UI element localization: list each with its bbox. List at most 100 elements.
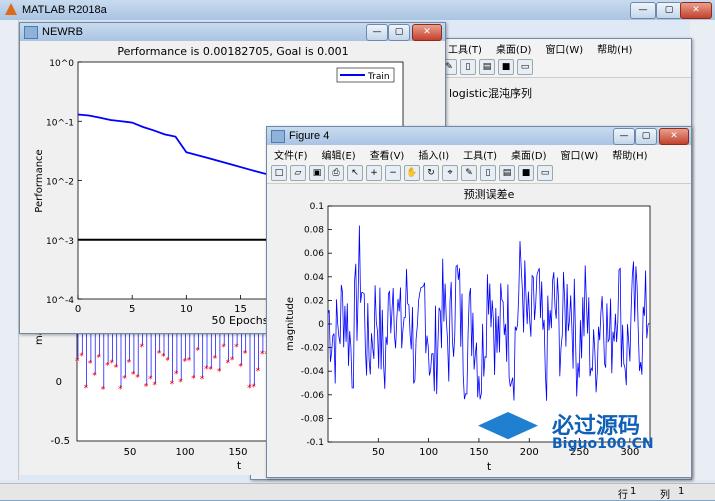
newrb-ytick-label: 10^-4 <box>46 296 74 306</box>
menu-window[interactable]: 窗口(W) <box>554 147 606 162</box>
save-icon[interactable]: ▣ <box>309 165 325 181</box>
rotate-icon[interactable]: ↻ <box>423 165 439 181</box>
main-maximize-button[interactable]: ▢ <box>656 2 682 19</box>
back-marker: * <box>118 385 123 395</box>
newrb-title-bar: NEWRB — ▢ ✕ <box>20 23 445 41</box>
graduation-cap-icon <box>478 412 538 440</box>
back-marker: * <box>251 383 256 393</box>
back-plot-area: * * * * * * * * * * * * * * * * * * * * * * * * * * * * * * * * * * * * * * * *… <box>20 324 271 475</box>
newrb-ytick-label: 10^-2 <box>46 178 74 188</box>
menu-view[interactable]: 查看(V) <box>363 147 412 162</box>
menu-help[interactable]: 帮助(H) <box>605 147 654 162</box>
menu-item[interactable]: 帮助(H) <box>590 41 639 56</box>
back-marker: * <box>79 352 84 362</box>
figure4-ytick-label: -0.06 <box>301 391 325 401</box>
newrb-ytick-label: 10^0 <box>49 59 74 69</box>
zoom-out-icon[interactable]: − <box>385 165 401 181</box>
figure4-ytick-label: -0.02 <box>301 344 324 354</box>
panel-icon[interactable]: ▯ <box>460 59 476 75</box>
back-marker: * <box>127 358 132 368</box>
newrb-xtick-label: 5 <box>129 304 135 315</box>
status-col-value: 1 <box>678 486 685 497</box>
newrb-ylabel: Performance <box>34 149 45 212</box>
back-marker: * <box>88 359 93 369</box>
open-file-icon[interactable]: ▱ <box>290 165 306 181</box>
main-title-bar: MATLAB R2018a — ▢ ✕ <box>0 0 715 20</box>
newrb-xtick-label: 10 <box>180 304 193 315</box>
main-right-strip <box>690 20 715 480</box>
newrb-maximize-button[interactable]: ▢ <box>388 24 410 41</box>
newrb-minimize-button[interactable]: — <box>366 24 388 41</box>
back-xtick: 150 <box>228 447 247 458</box>
figure4-ytick-label: -0.1 <box>306 438 324 448</box>
back-plot-svg: ******** * ***** ****** * ***** ***** ***** ****… <box>34 324 271 472</box>
status-row-label: 行 <box>618 490 628 501</box>
back-marker: * <box>165 356 170 366</box>
newrb-close-button[interactable]: ✕ <box>412 24 442 41</box>
colorbar-icon[interactable]: ▯ <box>480 165 496 181</box>
figure4-plot-title: 预测误差e <box>464 187 515 201</box>
back-marker: * <box>135 373 140 383</box>
status-col-label: 列 <box>660 490 670 501</box>
table-icon[interactable]: ▤ <box>479 59 495 75</box>
menu-tools[interactable]: 工具(T) <box>456 147 504 162</box>
menu-desktop[interactable]: 桌面(D) <box>504 147 554 162</box>
back-marker: * <box>187 356 192 366</box>
square-icon[interactable]: ■ <box>498 59 514 75</box>
back-ytick: -0.5 <box>50 436 70 447</box>
print-icon[interactable]: ⎙ <box>328 165 344 181</box>
main-close-button[interactable]: ✕ <box>680 2 712 19</box>
back-marker: * <box>170 380 175 390</box>
back-marker: * <box>221 343 226 353</box>
newrb-xlabel: 50 Epochs <box>212 314 269 327</box>
figure4-ytick-label: -0.08 <box>301 414 325 424</box>
figure4-ytick-label: 0.08 <box>304 226 324 236</box>
window-icon[interactable]: ▭ <box>517 59 533 75</box>
figure4-maximize-button[interactable]: ▢ <box>635 128 657 145</box>
main-minimize-button[interactable]: — <box>630 2 656 19</box>
figure4-title-bar: Figure 4 — ▢ ✕ <box>267 127 691 145</box>
data-cursor-icon[interactable]: ⌖ <box>442 165 458 181</box>
watermark-en-text: Biguo100.CN <box>552 436 654 452</box>
main-left-strip <box>0 20 19 480</box>
back-plot-title: logistic混沌序列 <box>449 87 532 100</box>
menu-item[interactable]: 窗口(W) <box>538 41 590 56</box>
menu-edit[interactable]: 编辑(E) <box>315 147 363 162</box>
menu-file[interactable]: 文件(F) <box>267 147 315 162</box>
figure4-close-button[interactable]: ✕ <box>659 128 689 145</box>
back-marker: * <box>152 381 157 391</box>
figure-icon <box>271 130 285 143</box>
watermark: 必过源码 Biguo100.CN <box>478 408 678 458</box>
hide-tools-icon[interactable]: ■ <box>518 165 534 181</box>
menu-item[interactable]: 桌面(D) <box>489 41 539 56</box>
back-xtick: 50 <box>124 447 137 458</box>
back-marker: * <box>92 372 97 382</box>
back-marker: * <box>208 366 213 376</box>
back-marker: * <box>97 353 102 363</box>
figure4-ytick-label: 0.02 <box>304 296 324 306</box>
figure4-menubar: 文件(F) 编辑(E) 查看(V) 插入(I) 工具(T) 桌面(D) 窗口(W… <box>267 145 691 163</box>
figure4-xtick-label: 100 <box>419 447 438 458</box>
back-marker: * <box>230 356 235 366</box>
figure4-minimize-button[interactable]: — <box>613 128 635 145</box>
back-marker: * <box>217 367 222 377</box>
zoom-in-icon[interactable]: + <box>366 165 382 181</box>
new-figure-icon[interactable]: □ <box>271 165 287 181</box>
figure4-toolbar: □ ▱ ▣ ⎙ ↖ + − ✋ ↻ ⌖ ✎ ▯ ▤ ■ ▭ <box>267 163 691 184</box>
figure-icon <box>24 26 38 39</box>
menu-insert[interactable]: 插入(I) <box>411 147 456 162</box>
back-marker: * <box>191 375 196 385</box>
newrb-ytick-label: 10^-3 <box>46 237 74 247</box>
menu-item[interactable]: 工具(T) <box>441 41 489 56</box>
dock-icon[interactable]: ▭ <box>537 165 553 181</box>
pointer-icon[interactable]: ↖ <box>347 165 363 181</box>
back-marker: * <box>122 374 127 384</box>
figure4-xtick-label: 50 <box>372 447 385 458</box>
pan-icon[interactable]: ✋ <box>404 165 420 181</box>
brush-icon[interactable]: ✎ <box>461 165 477 181</box>
figure4-ytick-label: 0 <box>318 320 324 330</box>
back-marker: * <box>101 385 106 395</box>
legend-train-label: Train <box>367 72 390 82</box>
back-marker: * <box>140 343 145 353</box>
legend-icon[interactable]: ▤ <box>499 165 515 181</box>
